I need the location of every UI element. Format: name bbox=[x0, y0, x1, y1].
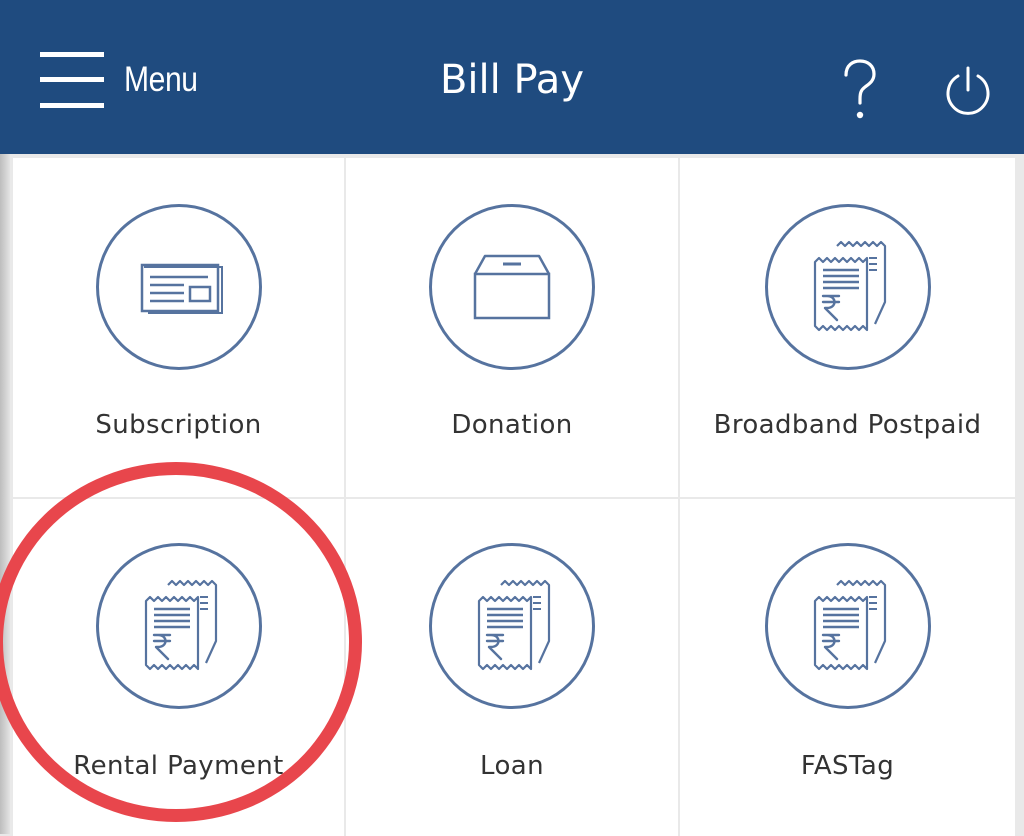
rupee-bill-icon bbox=[813, 579, 886, 671]
power-icon bbox=[946, 66, 990, 115]
icon-circle bbox=[95, 543, 262, 709]
tile-label: Broadband Postpaid bbox=[713, 410, 982, 440]
tile-rental-payment[interactable]: Rental Payment bbox=[13, 499, 344, 836]
icon-circle bbox=[95, 204, 262, 370]
tile-broadband-postpaid[interactable]: Broadband Postpaid bbox=[680, 158, 1015, 497]
icon-circle bbox=[764, 204, 931, 370]
tile-label: FASTag bbox=[800, 751, 895, 781]
bill-category-grid: Subscription Donation Broadband Postpaid… bbox=[13, 158, 1015, 836]
menu-label: Menu bbox=[124, 60, 198, 99]
tile-fastag[interactable]: FASTag bbox=[680, 499, 1015, 836]
tile-label: Rental Payment bbox=[73, 751, 284, 781]
app-header: Menu Bill Pay bbox=[0, 0, 1024, 154]
help-button[interactable] bbox=[836, 58, 884, 122]
icon-circle bbox=[429, 543, 595, 709]
tile-donation[interactable]: Donation bbox=[346, 158, 678, 497]
tile-label: Donation bbox=[451, 410, 573, 440]
screen-edge-shadow bbox=[0, 154, 10, 834]
tile-label: Subscription bbox=[95, 410, 262, 440]
tile-subscription[interactable]: Subscription bbox=[13, 158, 344, 497]
icon-circle bbox=[429, 204, 595, 370]
hamburger-icon bbox=[40, 52, 104, 108]
question-mark-icon bbox=[844, 59, 876, 119]
icon-circle bbox=[764, 543, 931, 709]
newspaper-icon bbox=[140, 263, 223, 314]
power-button[interactable] bbox=[940, 64, 996, 120]
tile-loan[interactable]: Loan bbox=[346, 499, 678, 836]
donation-box-icon bbox=[473, 254, 551, 320]
tile-label: Loan bbox=[480, 751, 544, 781]
rupee-bill-icon bbox=[477, 579, 551, 671]
menu-button[interactable]: Menu bbox=[40, 44, 230, 116]
rupee-bill-icon bbox=[144, 579, 217, 671]
rupee-bill-icon bbox=[813, 240, 886, 332]
